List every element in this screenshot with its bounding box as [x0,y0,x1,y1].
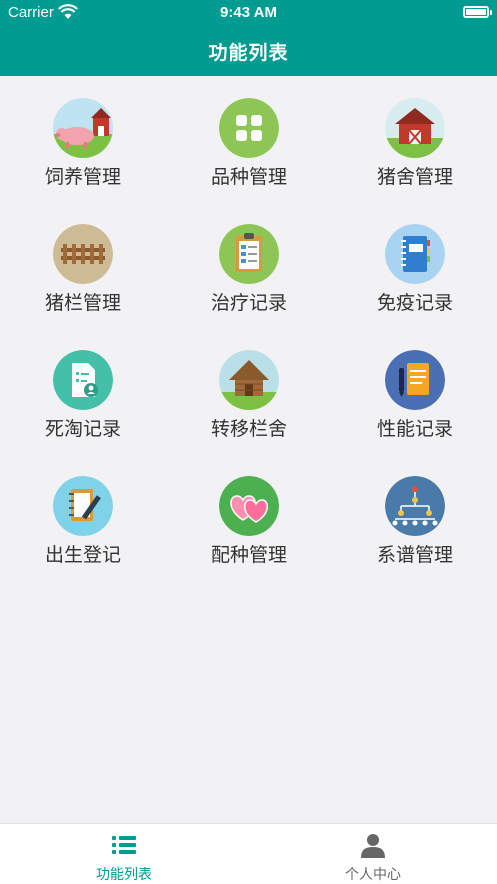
tab-label: 个人中心 [345,867,401,883]
tab-bar: 功能列表 个人中心 [0,823,497,884]
list-icon [111,832,137,858]
module-label: 系谱管理 [376,544,453,566]
module-performance[interactable]: 性能记录 [332,350,497,450]
pedigree-tree-icon [385,476,445,536]
module-label: 免疫记录 [376,292,453,314]
module-label: 猪舍管理 [376,166,453,188]
status-bar: Carrier 9:43 AM [0,0,497,26]
clipboard-icon [219,224,279,284]
pencil-notebook-icon [53,476,113,536]
module-label: 转移栏舍 [210,418,287,440]
module-breed[interactable]: 品种管理 [166,98,332,198]
module-label: 饲养管理 [44,166,121,188]
barn-icon [385,98,445,158]
hut-icon [219,350,279,410]
tab-label: 功能列表 [96,867,152,883]
module-feeding[interactable]: 饲养管理 [0,98,166,198]
module-pigsty[interactable]: 猪舍管理 [332,98,497,198]
fence-icon [53,224,113,284]
module-label: 治疗记录 [210,292,287,314]
document-user-icon [53,350,113,410]
module-pedigree[interactable]: 系谱管理 [332,476,497,576]
module-immunization[interactable]: 免疫记录 [332,224,497,324]
page-title: 功能列表 [208,42,289,64]
grid-icon [219,98,279,158]
hearts-icon [219,476,279,536]
battery-icon [463,6,492,18]
person-icon [360,832,386,858]
module-label: 品种管理 [210,166,287,188]
tab-profile[interactable]: 个人中心 [249,824,497,884]
module-transfer[interactable]: 转移栏舍 [166,350,332,450]
module-pen[interactable]: 猪栏管理 [0,224,166,324]
module-label: 配种管理 [210,544,287,566]
module-label: 性能记录 [376,418,453,440]
module-label: 死淘记录 [44,418,121,440]
notebook-icon [385,224,445,284]
status-time: 9:43 AM [220,4,277,21]
module-label: 猪栏管理 [44,292,121,314]
tab-function-list[interactable]: 功能列表 [0,824,248,884]
module-treatment[interactable]: 治疗记录 [166,224,332,324]
module-label: 出生登记 [44,544,121,566]
notepad-pen-icon [385,350,445,410]
pig-farm-icon [53,98,113,158]
module-mating[interactable]: 配种管理 [166,476,332,576]
top-bar: Carrier 9:43 AM 功能列表 [0,0,497,76]
module-birth[interactable]: 出生登记 [0,476,166,576]
module-death-cull[interactable]: 死淘记录 [0,350,166,450]
